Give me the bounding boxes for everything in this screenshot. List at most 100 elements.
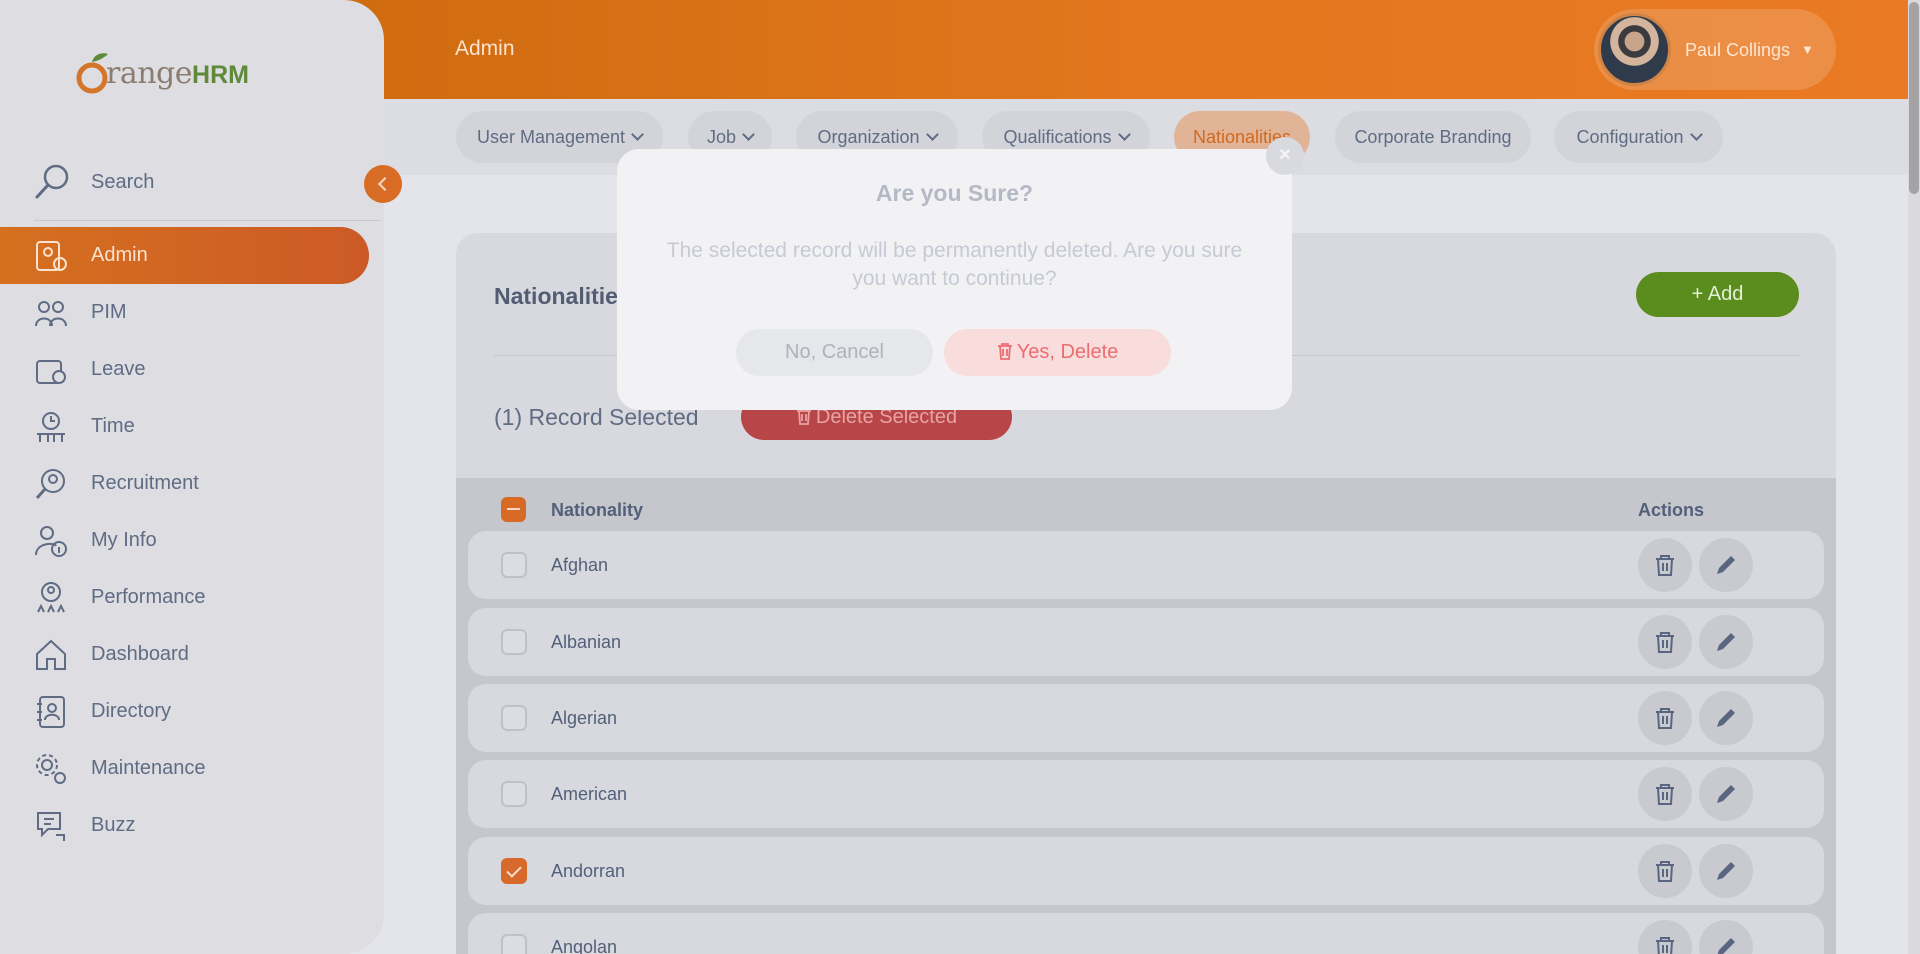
sidebar-item-admin[interactable]: Admin [0, 227, 369, 284]
nationality-name: Andorran [551, 861, 626, 881]
row-checkbox[interactable] [501, 705, 527, 731]
close-icon[interactable]: × [1266, 137, 1304, 175]
chevron-down-icon [742, 128, 755, 141]
search-icon [35, 164, 69, 199]
trash-icon [1656, 861, 1674, 882]
edit-row-button[interactable] [1699, 691, 1753, 745]
sidebar-item-leave[interactable]: Leave [0, 341, 369, 398]
table-row: Afghan [468, 531, 1824, 599]
select-all-checkbox[interactable] [501, 497, 526, 522]
row-checkbox[interactable] [501, 781, 527, 807]
delete-row-button[interactable] [1638, 615, 1692, 669]
sidebar-item-label: Maintenance [91, 757, 206, 779]
sidebar-item-recruitment[interactable]: Recruitment [0, 455, 369, 512]
sidebar-item-label: Dashboard [91, 643, 189, 665]
sidebar-item-label: Admin [91, 244, 148, 266]
sidebar-item-label: Time [91, 415, 135, 437]
sidebar-item-label: Recruitment [91, 472, 199, 494]
scrollbar-thumb[interactable] [1909, 2, 1919, 194]
caret-down-icon: ▼ [1801, 42, 1814, 57]
delete-row-button[interactable] [1638, 844, 1692, 898]
column-header-nationality: Nationality [551, 500, 644, 520]
user-name: Paul Collings [1685, 40, 1791, 60]
dialog-title: Are you Sure? [875, 180, 1034, 206]
tab-label: Job [706, 127, 737, 147]
directory-icon [37, 696, 65, 728]
time-icon [37, 412, 65, 442]
tab-configuration[interactable]: Configuration [1554, 111, 1723, 163]
trash-icon [997, 343, 1012, 360]
cancel-button[interactable]: No, Cancel [736, 329, 933, 376]
nationality-name: Albanian [551, 632, 622, 652]
nationality-name: Angolan [551, 937, 618, 954]
tab-label: Qualifications [1003, 127, 1112, 147]
divider [34, 220, 381, 221]
nationality-name: Afghan [551, 555, 609, 575]
sidebar-item-my-info[interactable]: My Info [0, 512, 369, 569]
tab-label: User Management [476, 127, 626, 147]
trash-icon [1656, 784, 1674, 805]
sidebar-item-performance[interactable]: Performance [0, 569, 369, 626]
sidebar-item-pim[interactable]: PIM [0, 284, 369, 341]
tab-label: Corporate Branding [1354, 127, 1512, 147]
add-button[interactable]: + Add [1636, 272, 1799, 317]
page-title: Nationalities [494, 283, 631, 309]
sidebar: rangeHRM Search Admin PIM Leave Time Rec… [0, 0, 384, 954]
pencil-icon [1717, 633, 1735, 651]
nationality-name: American [551, 784, 628, 804]
edit-row-button[interactable] [1699, 920, 1753, 954]
sidebar-item-maintenance[interactable]: Maintenance [0, 740, 369, 797]
row-checkbox[interactable] [501, 858, 527, 884]
edit-row-button[interactable] [1699, 615, 1753, 669]
column-header-actions: Actions [1638, 500, 1705, 520]
trash-icon [1656, 632, 1674, 653]
sidebar-item-label: Leave [91, 358, 146, 380]
sidebar-collapse-button[interactable] [364, 165, 402, 203]
nationality-name: Algerian [551, 708, 618, 728]
pencil-icon [1717, 785, 1735, 803]
edit-row-button[interactable] [1699, 538, 1753, 592]
delete-row-button[interactable] [1638, 767, 1692, 821]
avatar [1598, 13, 1671, 86]
edit-row-button[interactable] [1699, 767, 1753, 821]
dashboard-icon [36, 639, 66, 670]
sidebar-item-directory[interactable]: Directory [0, 683, 369, 740]
trash-icon [1656, 937, 1674, 954]
delete-row-button[interactable] [1638, 538, 1692, 592]
confirm-delete-label: Yes, Delete [1016, 341, 1119, 363]
sidebar-item-time[interactable]: Time [0, 398, 369, 455]
row-checkbox[interactable] [501, 552, 527, 578]
sidebar-item-label: My Info [91, 529, 157, 551]
sidebar-search[interactable] [0, 160, 384, 220]
edit-row-button[interactable] [1699, 844, 1753, 898]
sidebar-item-label: Performance [91, 586, 206, 608]
trash-icon [1656, 708, 1674, 729]
tab-corporate-branding[interactable]: Corporate Branding [1335, 111, 1531, 163]
leave-icon [36, 360, 66, 384]
user-dropdown[interactable]: Paul Collings ▼ [1594, 9, 1836, 90]
admin-icon [36, 241, 67, 271]
recruitment-icon [35, 469, 65, 499]
table-row: Angolan [468, 913, 1824, 954]
confirm-delete-button[interactable]: Yes, Delete [944, 329, 1171, 376]
module-title: Admin [455, 37, 515, 60]
dialog-message: The selected record will be permanently … [666, 239, 1243, 290]
chevron-down-icon [631, 128, 644, 141]
tab-label: Configuration [1576, 127, 1684, 147]
buzz-icon [37, 812, 65, 841]
pencil-icon [1717, 709, 1735, 727]
sidebar-item-label: Buzz [91, 814, 136, 836]
maintenance-icon [36, 754, 66, 784]
table-row: Algerian [468, 684, 1824, 752]
pencil-icon [1717, 938, 1735, 954]
delete-row-button[interactable] [1638, 920, 1692, 954]
sidebar-item-dashboard[interactable]: Dashboard [0, 626, 369, 683]
my-info-icon [35, 526, 67, 557]
sidebar-item-buzz[interactable]: Buzz [0, 797, 369, 854]
delete-row-button[interactable] [1638, 691, 1692, 745]
row-checkbox[interactable] [501, 934, 527, 954]
chevron-down-icon [1689, 128, 1703, 141]
sidebar-item-label: PIM [91, 301, 127, 323]
logo-text: rangeHRM [106, 56, 249, 91]
row-checkbox[interactable] [501, 629, 527, 655]
